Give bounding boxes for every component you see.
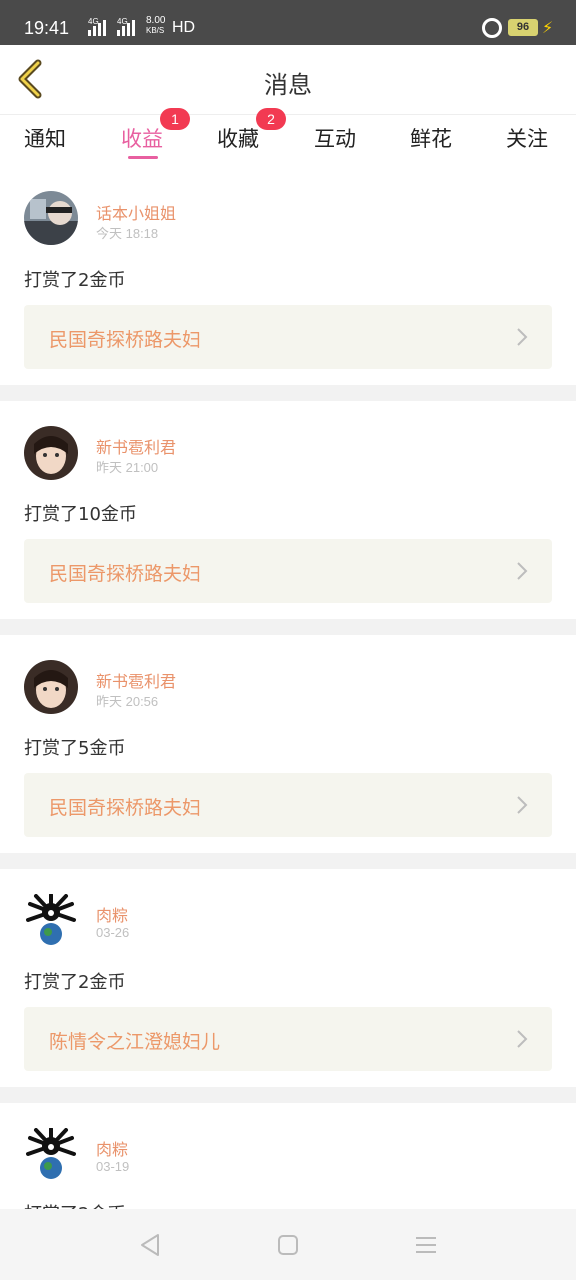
system-nav-bar — [0, 1209, 576, 1280]
avatar[interactable] — [24, 660, 78, 714]
book-title: 民国奇探桥路夫妇 — [49, 329, 202, 351]
status-time: 19:41 — [24, 18, 70, 38]
tab-favorites[interactable]: 收藏 — [217, 123, 259, 153]
message-card: 新书雹利君 昨天 21:00 打赏了10金币 民国奇探桥路夫妇 — [0, 401, 576, 619]
page-title: 消息 — [264, 71, 312, 99]
book-title: 陈情令之江澄媳妇儿 — [49, 1031, 221, 1053]
tab-earnings-badge: 1 — [160, 108, 190, 130]
message-text: 打赏了5金币 — [24, 738, 126, 759]
avatar[interactable] — [24, 894, 78, 948]
tab-notifications[interactable]: 通知 — [24, 123, 66, 153]
battery-icon: 96 — [508, 19, 538, 36]
avatar[interactable] — [24, 1128, 78, 1182]
timestamp: 03-26 — [96, 925, 130, 940]
network-speed-unit: KB/S — [146, 26, 165, 35]
menu-lines-icon[interactable] — [412, 1231, 440, 1259]
message-text: 打赏了2金币 — [24, 1200, 125, 1209]
alarm-icon — [482, 18, 502, 38]
tab-flowers[interactable]: 鲜花 — [410, 123, 452, 153]
message-card: 新书雹利君 昨天 20:56 打赏了5金币 民国奇探桥路夫妇 — [0, 635, 576, 853]
tab-following[interactable]: 关注 — [506, 123, 548, 153]
network-speed: 8.00 KB/S — [146, 16, 165, 36]
tab-favorites-badge: 2 — [256, 108, 286, 130]
chevron-right-icon — [517, 562, 528, 580]
chevron-right-icon — [517, 328, 528, 346]
timestamp: 昨天 20:56 — [96, 694, 159, 709]
avatar[interactable] — [24, 426, 78, 480]
tab-earnings[interactable]: 收益 — [121, 123, 163, 153]
book-link[interactable]: 民国奇探桥路夫妇 — [24, 773, 552, 837]
tab-interactions[interactable]: 互动 — [314, 123, 356, 153]
chevron-right-icon — [517, 1030, 528, 1048]
signal-icon — [88, 20, 106, 36]
message-text: 打赏了2金币 — [24, 270, 126, 291]
book-title: 民国奇探桥路夫妇 — [49, 797, 202, 819]
avatar[interactable] — [24, 191, 78, 245]
book-link[interactable]: 民国奇探桥路夫妇 — [24, 539, 552, 603]
username[interactable]: 话本小姐姐 — [96, 200, 176, 224]
top-app-bar: 消息 — [0, 45, 576, 115]
username[interactable]: 肉粽 — [96, 902, 128, 926]
book-link[interactable]: 陈情令之江澄媳妇儿 — [24, 1007, 552, 1071]
tab-bar: 通知 收益 1 收藏 2 互动 鲜花 关注 — [0, 108, 576, 170]
chevron-right-icon — [517, 796, 528, 814]
message-text: 打赏了2金币 — [24, 972, 126, 993]
book-link[interactable]: 民国奇探桥路夫妇 — [24, 305, 552, 369]
hd-indicator: HD — [172, 19, 196, 36]
username[interactable]: 新书雹利君 — [96, 434, 176, 458]
message-card: 肉粽 03-19 打赏了2金币 — [0, 1103, 576, 1209]
username[interactable]: 新书雹利君 — [96, 668, 176, 692]
username[interactable]: 肉粽 — [96, 1136, 128, 1160]
tab-active-indicator — [128, 156, 158, 159]
signal-icon — [117, 20, 135, 36]
timestamp: 今天 18:18 — [96, 226, 159, 241]
message-card: 肉粽 03-26 打赏了2金币 陈情令之江澄媳妇儿 — [0, 869, 576, 1087]
charging-bolt-icon: ⚡ — [542, 18, 554, 37]
home-square-icon[interactable] — [274, 1231, 302, 1259]
message-card: 话本小姐姐 今天 18:18 打赏了2金币 民国奇探桥路夫妇 — [0, 170, 576, 385]
status-bar: 19:41 4G 4G 8.00 KB/S HD 96 ⚡ — [0, 0, 576, 45]
timestamp: 03-19 — [96, 1159, 130, 1174]
book-title: 民国奇探桥路夫妇 — [49, 563, 202, 585]
timestamp: 昨天 21:00 — [96, 460, 159, 475]
message-text: 打赏了10金币 — [24, 504, 137, 525]
network-speed-value: 8.00 — [146, 15, 166, 26]
back-triangle-icon[interactable] — [136, 1231, 164, 1259]
